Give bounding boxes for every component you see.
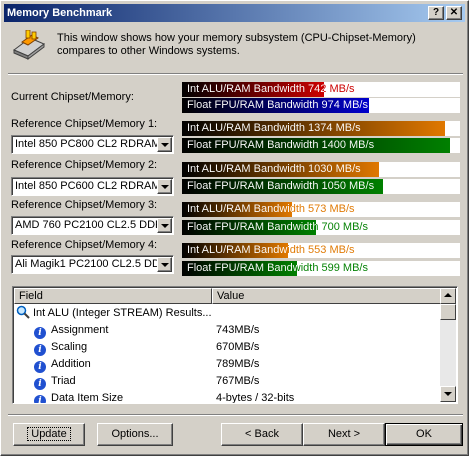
update-button[interactable]: Update xyxy=(13,423,85,446)
window-title: Memory Benchmark xyxy=(7,7,113,19)
info-icon: i xyxy=(34,378,46,390)
reference-2-selected: Intel 850 PC600 CL2 RDRAM xyxy=(15,180,157,192)
current-fpu-bar: Float FPU/RAM Bandwidth 974 MB/s xyxy=(182,98,460,113)
list-item-field: Data Item Size xyxy=(51,392,124,404)
close-button[interactable]: ✕ xyxy=(446,6,462,20)
memory-chip-icon xyxy=(13,30,45,60)
reference-2-alu-bar: Int ALU/RAM Bandwidth 1030 MB/s xyxy=(182,162,460,177)
next-button[interactable]: Next > xyxy=(303,423,385,446)
title-bar[interactable]: Memory Benchmark xyxy=(4,4,465,22)
reference-2-alu-bar-text: Int ALU/RAM Bandwidth 1030 MB/s xyxy=(187,163,361,175)
chevron-down-icon[interactable] xyxy=(157,137,172,152)
info-icon: i xyxy=(34,361,46,373)
info-icon: i xyxy=(34,395,46,403)
list-item[interactable]: i Scaling 670MB/s xyxy=(14,339,442,356)
list-item[interactable]: i Triad 767MB/s xyxy=(14,373,442,390)
list-item-field: Triad xyxy=(51,375,76,387)
list-item[interactable]: Int ALU (Integer STREAM) Results... xyxy=(14,305,442,322)
header-description: This window shows how your memory subsys… xyxy=(57,32,416,57)
reference-3-fpu-bar-text: Float FPU/RAM Bandwidth 700 MB/s xyxy=(187,221,368,233)
reference-4-alu-bar: Int ALU/RAM Bandwidth 553 MB/s xyxy=(182,243,460,258)
vertical-scrollbar[interactable] xyxy=(440,288,456,402)
reference-1-alu-bar: Int ALU/RAM Bandwidth 1374 MB/s xyxy=(182,121,460,136)
chevron-down-icon[interactable] xyxy=(157,257,172,272)
list-item[interactable]: i Assignment 743MB/s xyxy=(14,322,442,339)
list-item[interactable]: i Addition 789MB/s xyxy=(14,356,442,373)
list-item-field: Int ALU (Integer STREAM) Results... xyxy=(33,307,212,319)
list-item-value: 4-bytes / 32-bits xyxy=(216,392,295,404)
scroll-up-button[interactable] xyxy=(440,288,456,304)
help-button[interactable]: ? xyxy=(428,6,444,20)
back-button[interactable]: < Back xyxy=(221,423,303,446)
reference-4-fpu-bar-text: Float FPU/RAM Bandwidth 599 MB/s xyxy=(187,262,368,274)
current-alu-bar: Int ALU/RAM Bandwidth 742 MB/s xyxy=(182,82,460,97)
info-icon: i xyxy=(34,344,46,356)
reference-4-fpu-bar: Float FPU/RAM Bandwidth 599 MB/s xyxy=(182,261,460,276)
magnifier-icon xyxy=(16,305,30,319)
reference-3-alu-bar-text: Int ALU/RAM Bandwidth 573 MB/s xyxy=(187,203,355,215)
reference-2-label: Reference Chipset/Memory 2: xyxy=(11,159,158,171)
options-button[interactable]: Options... xyxy=(97,423,173,446)
reference-1-alu-bar-text: Int ALU/RAM Bandwidth 1374 MB/s xyxy=(187,122,361,134)
results-list[interactable]: Field Value Int ALU (Integer STREAM) Res… xyxy=(12,286,458,404)
reference-1-fpu-bar-text: Float FPU/RAM Bandwidth 1400 MB/s xyxy=(187,139,375,151)
scroll-down-button[interactable] xyxy=(440,386,456,402)
list-item-field: Scaling xyxy=(51,341,88,353)
current-alu-bar-text: Int ALU/RAM Bandwidth 742 MB/s xyxy=(187,83,355,95)
list-item-field: Assignment xyxy=(51,324,109,336)
column-header-value[interactable]: Value xyxy=(212,288,441,304)
reference-3-label: Reference Chipset/Memory 3: xyxy=(11,199,158,211)
ok-button[interactable]: OK xyxy=(385,423,463,446)
chevron-down-icon[interactable] xyxy=(157,179,172,194)
reference-1-selected: Intel 850 PC800 CL2 RDRAM xyxy=(15,138,157,150)
reference-2-fpu-bar: Float FPU/RAM Bandwidth 1050 MB/s xyxy=(182,179,460,194)
reference-4-selected: Ali Magik1 PC2100 CL2.5 DDR xyxy=(15,258,157,270)
column-header-field[interactable]: Field xyxy=(14,288,212,304)
memory-benchmark-window: Memory Benchmark ? ✕ This window shows h… xyxy=(0,0,469,456)
reference-1-select[interactable]: Intel 850 PC800 CL2 RDRAM xyxy=(11,135,174,154)
list-item-field: Addition xyxy=(51,358,91,370)
reference-3-fpu-bar: Float FPU/RAM Bandwidth 700 MB/s xyxy=(182,220,460,235)
reference-4-alu-bar-text: Int ALU/RAM Bandwidth 553 MB/s xyxy=(187,244,355,256)
info-icon: i xyxy=(34,327,46,339)
chevron-down-icon[interactable] xyxy=(157,218,172,233)
reference-3-alu-bar: Int ALU/RAM Bandwidth 573 MB/s xyxy=(182,202,460,217)
list-item-value: 743MB/s xyxy=(216,324,260,336)
reference-3-select[interactable]: AMD 760 PC2100 CL2.5 DDR xyxy=(11,216,174,235)
header-separator xyxy=(8,73,463,75)
reference-4-select[interactable]: Ali Magik1 PC2100 CL2.5 DDR xyxy=(11,255,174,274)
reference-1-label: Reference Chipset/Memory 1: xyxy=(11,118,158,130)
list-item[interactable]: i Data Item Size 4-bytes / 32-bits xyxy=(14,390,442,404)
current-fpu-bar-text: Float FPU/RAM Bandwidth 974 MB/s xyxy=(187,99,368,111)
list-item-value: 767MB/s xyxy=(216,375,260,387)
update-button-label: Update xyxy=(27,427,71,441)
reference-4-label: Reference Chipset/Memory 4: xyxy=(11,239,158,251)
footer-separator xyxy=(8,414,463,416)
reference-2-fpu-bar-text: Float FPU/RAM Bandwidth 1050 MB/s xyxy=(187,180,375,192)
reference-1-fpu-bar: Float FPU/RAM Bandwidth 1400 MB/s xyxy=(182,138,460,153)
list-item-value: 670MB/s xyxy=(216,341,260,353)
reference-3-selected: AMD 760 PC2100 CL2.5 DDR xyxy=(15,219,157,231)
list-item-value: 789MB/s xyxy=(216,358,260,370)
current-chipset-label: Current Chipset/Memory: xyxy=(11,91,134,103)
reference-2-select[interactable]: Intel 850 PC600 CL2 RDRAM xyxy=(11,177,174,196)
scroll-thumb[interactable] xyxy=(440,304,456,320)
